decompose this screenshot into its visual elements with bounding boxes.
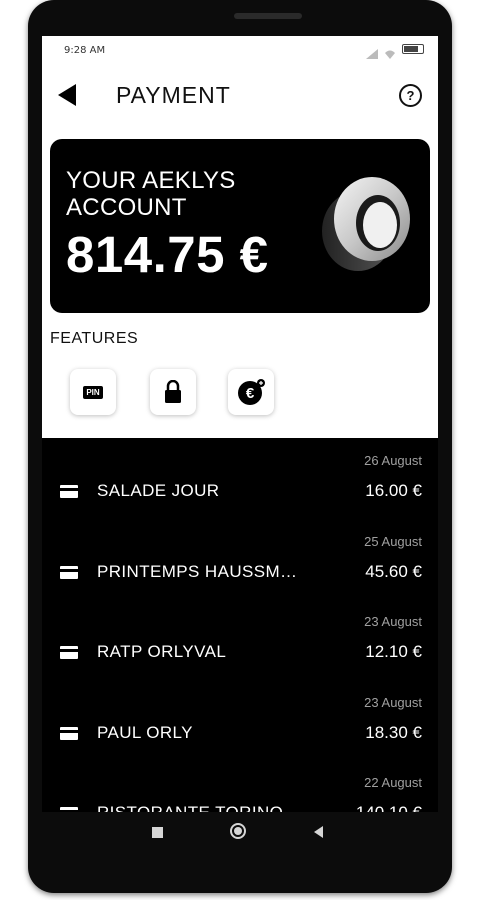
battery-icon [402,44,424,54]
transaction-date: 26 August [364,453,422,468]
transaction-row[interactable]: 25 August PRINTEMPS HAUSSMA... 45.60 € [42,527,438,608]
status-time: 9:28 AM [64,45,106,56]
transaction-date: 23 August [364,694,422,710]
account-label: YOUR AEKLYS ACCOUNT [66,167,236,221]
card-icon [60,726,78,740]
transaction-row[interactable]: 23 August RATP ORLYVAL 12.10 € [42,607,438,688]
transaction-date: 23 August [364,614,422,629]
app-screen: 9:28 AM PAYMENT ? YOUR AEKLYS ACCOUNT 81… [42,36,438,812]
transaction-name: PRINTEMPS HAUSSMA... [97,561,307,581]
lock-feature-button[interactable] [150,369,196,415]
status-bar: 9:28 AM [42,36,438,66]
transaction-amount: 18.30 € [365,722,422,742]
transaction-row[interactable]: 23 August PAUL ORLY 18.30 € [42,688,438,769]
signal-icon [366,44,378,59]
pin-feature-button[interactable]: PIN [70,369,116,415]
pin-icon: PIN [83,385,103,399]
back-arrow-icon[interactable] [58,84,76,106]
lock-icon [165,380,181,403]
transaction-amount: 140.10 € [356,803,422,812]
recent-apps-icon[interactable] [152,827,163,838]
transaction-row[interactable]: 26 August SALADE JOUR 16.00 € [42,446,438,527]
card-icon [60,485,78,498]
transaction-list: 26 August SALADE JOUR 16.00 € 25 August … [42,446,438,812]
transaction-name: SALADE JOUR [97,481,220,500]
wifi-icon [384,44,396,59]
speaker [234,13,302,19]
card-icon [60,565,78,579]
system-back-icon[interactable] [314,826,323,838]
status-icons [366,44,424,59]
page-header: PAYMENT ? [42,76,438,116]
transaction-amount: 12.10 € [365,642,422,661]
page-title: PAYMENT [116,82,231,108]
ring-image [322,177,410,271]
question-circle-icon[interactable]: ? [399,84,422,107]
account-balance: 814.75 € [66,226,269,283]
transaction-name: PAUL ORLY [97,722,193,742]
transaction-row[interactable]: 22 August RISTORANTE TORINO 140.10 € [42,768,438,812]
account-card[interactable]: YOUR AEKLYS ACCOUNT 814.75 € [50,139,430,313]
transaction-date: 25 August [364,533,422,549]
card-icon [60,807,78,812]
euro-feature-button[interactable]: € [228,369,274,415]
svg-text:€: € [246,385,255,402]
transaction-amount: 16.00 € [365,481,422,500]
features-label: FEATURES [50,330,139,347]
card-icon [60,646,78,659]
euro-add-icon: € [238,379,265,405]
transaction-amount: 45.60 € [365,561,422,581]
home-icon[interactable] [230,823,246,839]
transaction-date: 22 August [364,775,422,790]
transaction-name: RATP ORLYVAL [97,642,227,661]
transaction-name: RISTORANTE TORINO [97,803,307,812]
